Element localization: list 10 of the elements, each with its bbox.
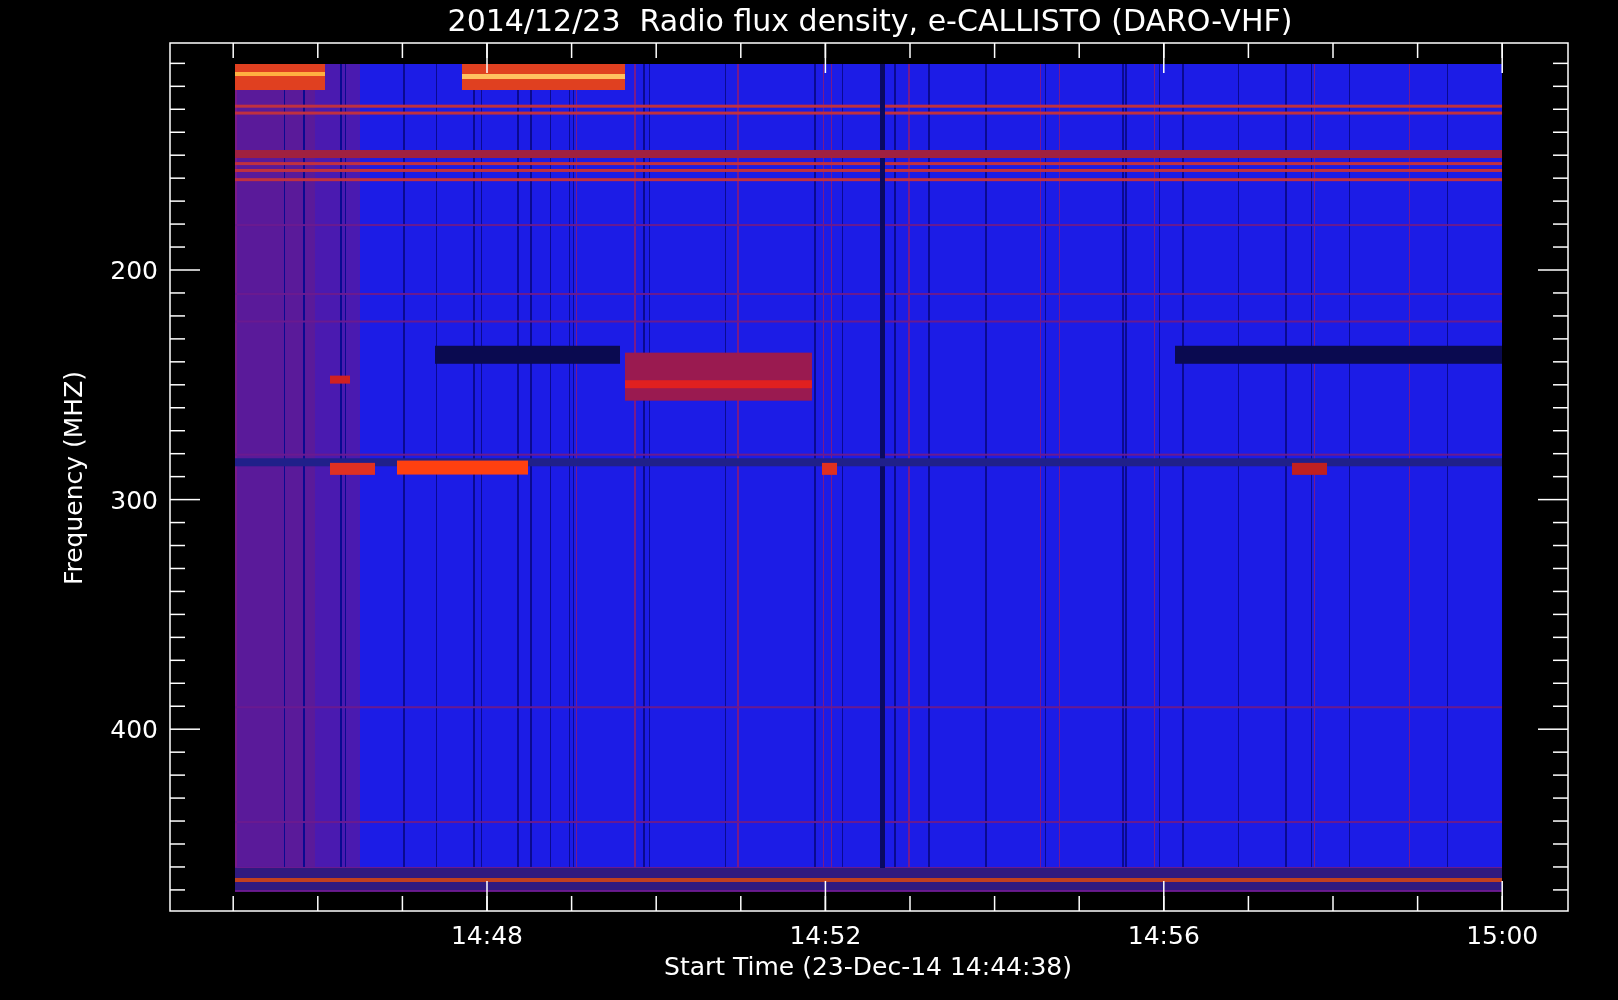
x-axis-label: Start Time (23-Dec-14 14:44:38) <box>664 952 1072 981</box>
y-tick-label: 200 <box>110 256 158 285</box>
x-tick-label: 14:52 <box>789 921 862 950</box>
y-tick-label: 400 <box>110 715 158 745</box>
x-tick-label: 15:00 <box>1466 921 1539 950</box>
x-tick-label: 14:48 <box>451 921 523 950</box>
chart-title: 2014/12/23 Radio flux density, e-CALLISTO (DARO-VHF) <box>447 3 1293 38</box>
y-axis-label: Frequency (MHZ) <box>59 370 88 586</box>
y-tick-label: 300 <box>110 485 158 515</box>
x-tick-label: 14:56 <box>1127 921 1200 950</box>
